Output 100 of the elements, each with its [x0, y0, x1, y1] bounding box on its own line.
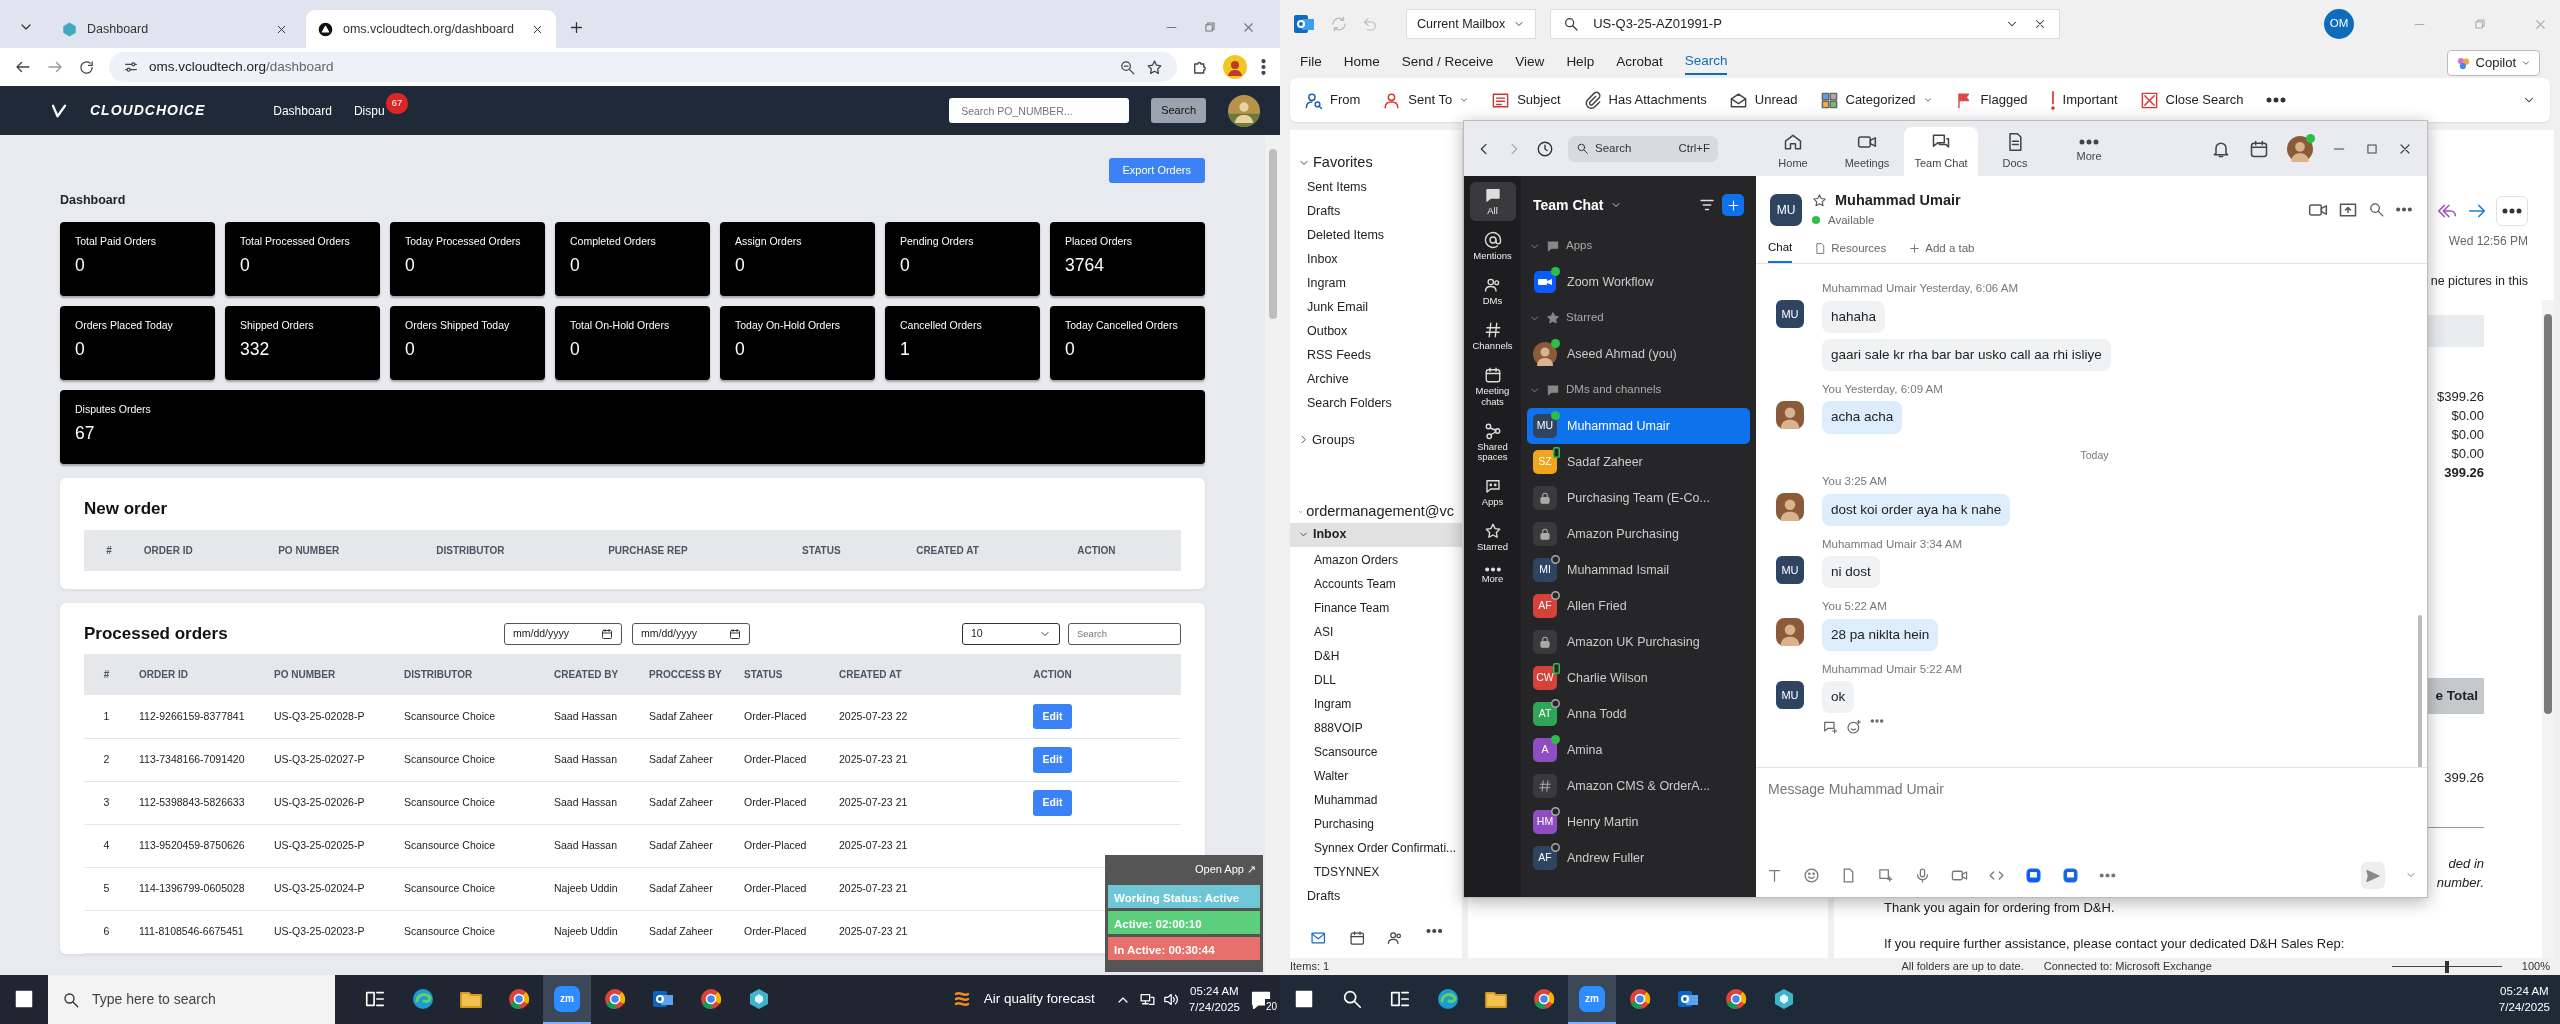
chat-list-item[interactable]: AF Andrew Fuller	[1527, 840, 1750, 876]
app-tab[interactable]: Team Chat	[1904, 127, 1978, 176]
search-field[interactable]: Search	[1068, 622, 1181, 645]
ribbon-button[interactable]: Close Search	[2139, 90, 2244, 110]
clock-date[interactable]: 7/24/2025	[1188, 999, 1240, 1015]
search-field[interactable]: Search PO_NUMBER...	[949, 98, 1130, 123]
sidebar-item[interactable]: Apps	[1469, 473, 1516, 513]
folder-item[interactable]: Sent Items	[1290, 173, 1462, 198]
section-header[interactable]: DMs and channels	[1566, 381, 1662, 399]
folder-item[interactable]: Accounts Team	[1290, 571, 1462, 595]
address-bar[interactable]: oms.vcloudtech.org/dashboard	[109, 52, 1177, 82]
section-header[interactable]: Apps	[1566, 237, 1593, 255]
folder-item[interactable]: Synnex Order Confirmati...	[1290, 835, 1462, 859]
chat-list-item[interactable]: Amazon CMS & OrderA...	[1527, 768, 1750, 804]
search-field[interactable]: US-Q3-25-AZ01991-P	[1550, 9, 2061, 39]
chat-list-item[interactable]: SZ Sadaf Zaheer	[1527, 444, 1750, 480]
chat-list-item[interactable]: HM Henry Martin	[1527, 804, 1750, 840]
folder-item[interactable]: Walter	[1290, 763, 1462, 787]
date-field[interactable]: mm/dd/yyyy	[632, 622, 750, 645]
folder-item[interactable]: Outbox	[1290, 317, 1462, 342]
account-avatar[interactable]: OM	[2324, 9, 2354, 39]
ribbon-button[interactable]: Flagged	[1954, 90, 2028, 110]
copilot-button[interactable]: Copilot	[2446, 50, 2540, 76]
search-scope-dropdown[interactable]: Current Mailbox	[1406, 9, 1537, 39]
chat-list-item[interactable]: MU Muhammad Umair	[1527, 408, 1750, 444]
app-tab[interactable]: Home	[1756, 127, 1830, 176]
folder-item[interactable]: Inbox	[1290, 245, 1462, 270]
folder-item[interactable]: Drafts	[1290, 883, 1462, 907]
chat-list-item[interactable]: Amazon Purchasing	[1527, 516, 1750, 552]
menu-tab[interactable]: Search	[1684, 50, 1728, 76]
chat-list-item[interactable]: Aseed Ahmad (you)	[1527, 336, 1750, 372]
folder-item[interactable]: Inbox	[1290, 523, 1462, 547]
folder-item[interactable]: RSS Feeds	[1290, 341, 1462, 366]
chat-tab[interactable]: Chat	[1768, 235, 1793, 264]
clock-date[interactable]: 7/24/2025	[2498, 999, 2550, 1015]
sidebar-item[interactable]: Shared spaces	[1469, 417, 1516, 468]
chat-list-item[interactable]: AF Allen Fried	[1527, 588, 1750, 624]
sidebar-item[interactable]: Channels	[1469, 316, 1516, 356]
folder-item[interactable]: Drafts	[1290, 197, 1462, 222]
sidebar-item[interactable]: More	[1469, 563, 1516, 590]
menu-tab[interactable]: Send / Receive	[1401, 51, 1494, 75]
edit-button[interactable]: Edit	[1032, 789, 1073, 816]
ribbon-button[interactable]: Unread	[1728, 90, 1798, 110]
folder-item[interactable]: 888VOIP	[1290, 715, 1462, 739]
export-orders-button[interactable]: Export Orders	[1108, 158, 1205, 183]
sidebar-item[interactable]: Mentions	[1469, 226, 1516, 266]
ribbon-button[interactable]: Categorized	[1819, 90, 1933, 110]
search-field[interactable]: Type here to search	[48, 975, 335, 1024]
ribbon-button[interactable]: From	[1304, 90, 1361, 110]
list-title[interactable]: Team Chat	[1533, 194, 1604, 216]
folder-item[interactable]: D&H	[1290, 643, 1462, 667]
chat-list-item[interactable]: AT Anna Todd	[1527, 696, 1750, 732]
folder-item[interactable]: DLL	[1290, 667, 1462, 691]
folder-item[interactable]: ASI	[1290, 619, 1462, 643]
menu-tab[interactable]: View	[1515, 51, 1545, 75]
nav-link[interactable]: Dispu	[353, 101, 385, 120]
folder-item[interactable]: Ingram	[1290, 269, 1462, 294]
menu-tab[interactable]: Acrobat	[1616, 51, 1663, 75]
ribbon-button[interactable]: Important	[2049, 90, 2118, 110]
sidebar-item[interactable]: All	[1469, 182, 1516, 221]
edit-button[interactable]: Edit	[1032, 746, 1073, 773]
folder-group[interactable]: Favorites	[1290, 152, 1462, 174]
ribbon-button[interactable]: Sent To	[1382, 90, 1470, 110]
folder-item[interactable]: Ingram	[1290, 691, 1462, 715]
chat-list-item[interactable]: CW Charlie Wilson	[1527, 660, 1750, 696]
app-tab[interactable]: Meetings	[1830, 127, 1904, 176]
nav-link[interactable]: Dashboard	[273, 101, 332, 120]
date-field[interactable]: mm/dd/yyyy	[504, 622, 622, 645]
folder-item[interactable]: Archive	[1290, 365, 1462, 390]
folder-item[interactable]: Muhammad	[1290, 787, 1462, 811]
chat-list-item[interactable]: A Amina	[1527, 732, 1750, 768]
clock-time[interactable]: 05:24 AM	[2498, 984, 2550, 1000]
folder-item[interactable]: Deleted Items	[1290, 221, 1462, 246]
folder-item[interactable]: TDSYNNEX	[1290, 859, 1462, 883]
browser-tab[interactable]: oms.vcloudtech.org/dashboard	[306, 10, 556, 48]
search-field[interactable]: Search Ctrl+F	[1568, 135, 1718, 162]
search-button[interactable]: Search	[1151, 98, 1206, 123]
chat-list-item[interactable]: Zoom Workflow	[1527, 264, 1750, 300]
menu-tab[interactable]: File	[1300, 51, 1322, 75]
folder-item[interactable]: Purchasing	[1290, 811, 1462, 835]
browser-tab[interactable]: Dashboard	[50, 10, 300, 48]
menu-tab[interactable]: Help	[1566, 51, 1595, 75]
account-folder[interactable]: ordermanagement@vc	[1290, 501, 1462, 523]
app-tab[interactable]: Docs	[1978, 127, 2052, 176]
sidebar-item[interactable]: Starred	[1469, 518, 1516, 558]
chat-list-item[interactable]: Purchasing Team (E-Co...	[1527, 480, 1750, 516]
ribbon-button[interactable]: Has Attachments	[1582, 90, 1707, 110]
folder-item[interactable]: Search Folders	[1290, 389, 1462, 414]
page-size-select[interactable]: 10	[962, 622, 1060, 645]
open-app-link[interactable]: Open App ↗	[1191, 859, 1260, 882]
edit-button[interactable]: Edit	[1032, 703, 1073, 730]
chat-list-item[interactable]: Amazon UK Purchasing	[1527, 624, 1750, 660]
clock-time[interactable]: 05:24 AM	[1188, 984, 1240, 1000]
folder-item[interactable]: Junk Email	[1290, 293, 1462, 318]
folder-item[interactable]: Finance Team	[1290, 595, 1462, 619]
folder-group[interactable]: Groups	[1290, 429, 1462, 450]
app-tab[interactable]: More	[2052, 127, 2126, 176]
ribbon-button[interactable]: Subject	[1491, 90, 1561, 110]
site-logo[interactable]: CLOUDCHOICE	[90, 100, 206, 121]
chat-list-item[interactable]: MI Muhammad Ismail	[1527, 552, 1750, 588]
